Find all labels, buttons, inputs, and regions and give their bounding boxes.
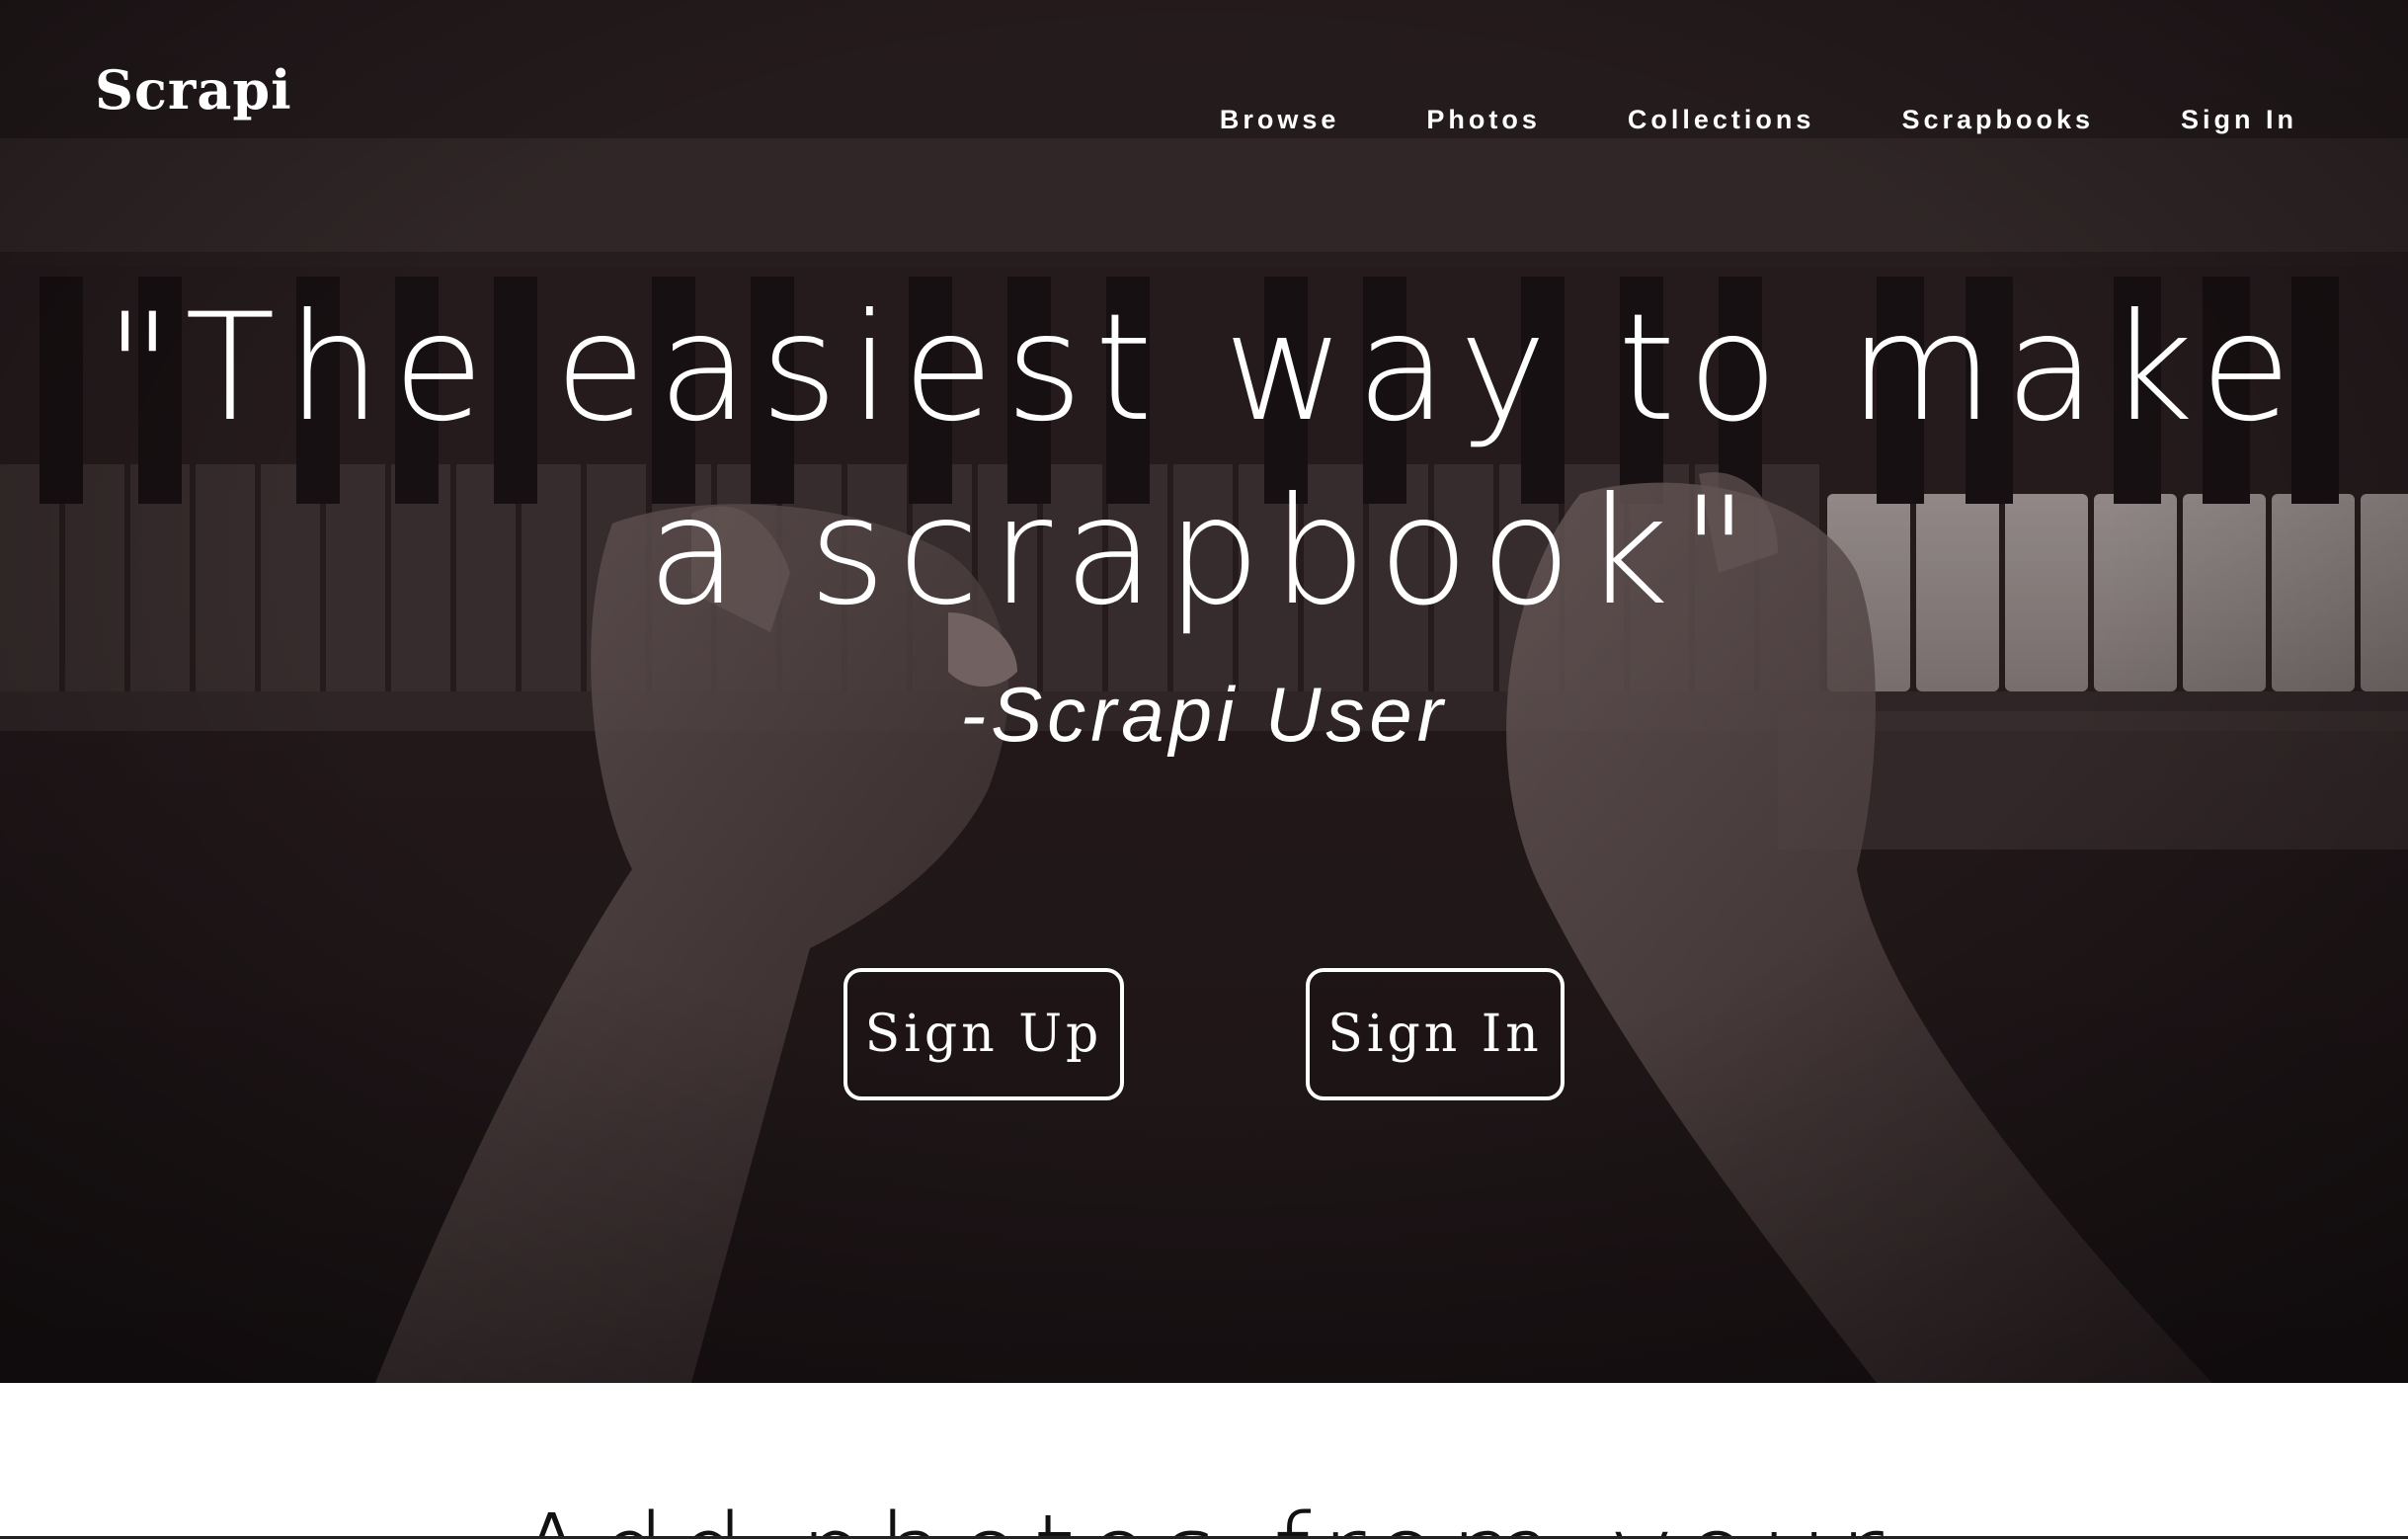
hero-quote-line-1: "The easiest way to make [105, 283, 2303, 454]
nav-sign-in[interactable]: Sign In [2181, 107, 2297, 133]
hero-quote-line-2: a scrapbook" [647, 466, 1761, 638]
nav-browse[interactable]: Browse [1220, 107, 1340, 133]
brand-logo[interactable]: Scrapi [95, 63, 292, 117]
features-section: Add photos from your [0, 1383, 2408, 1539]
sign-up-button[interactable]: Sign Up [843, 968, 1124, 1100]
hero-quote: "The easiest way to make a scrapbook" [0, 277, 2408, 644]
hero-section: Scrapi Browse Photos Collections Scrapbo… [0, 0, 2408, 1383]
nav-scrapbooks[interactable]: Scrapbooks [1901, 107, 2094, 133]
sign-in-button[interactable]: Sign In [1306, 968, 1565, 1100]
nav-collections[interactable]: Collections [1628, 107, 1815, 133]
hero-attribution: -Scrapi User [960, 671, 1448, 758]
nav-photos[interactable]: Photos [1426, 107, 1541, 133]
section-heading: Add photos from your [0, 1499, 2408, 1539]
page: Scrapi Browse Photos Collections Scrapbo… [0, 0, 2408, 1539]
top-nav: Browse Photos Collections Scrapbooks Sig… [1220, 107, 2297, 133]
